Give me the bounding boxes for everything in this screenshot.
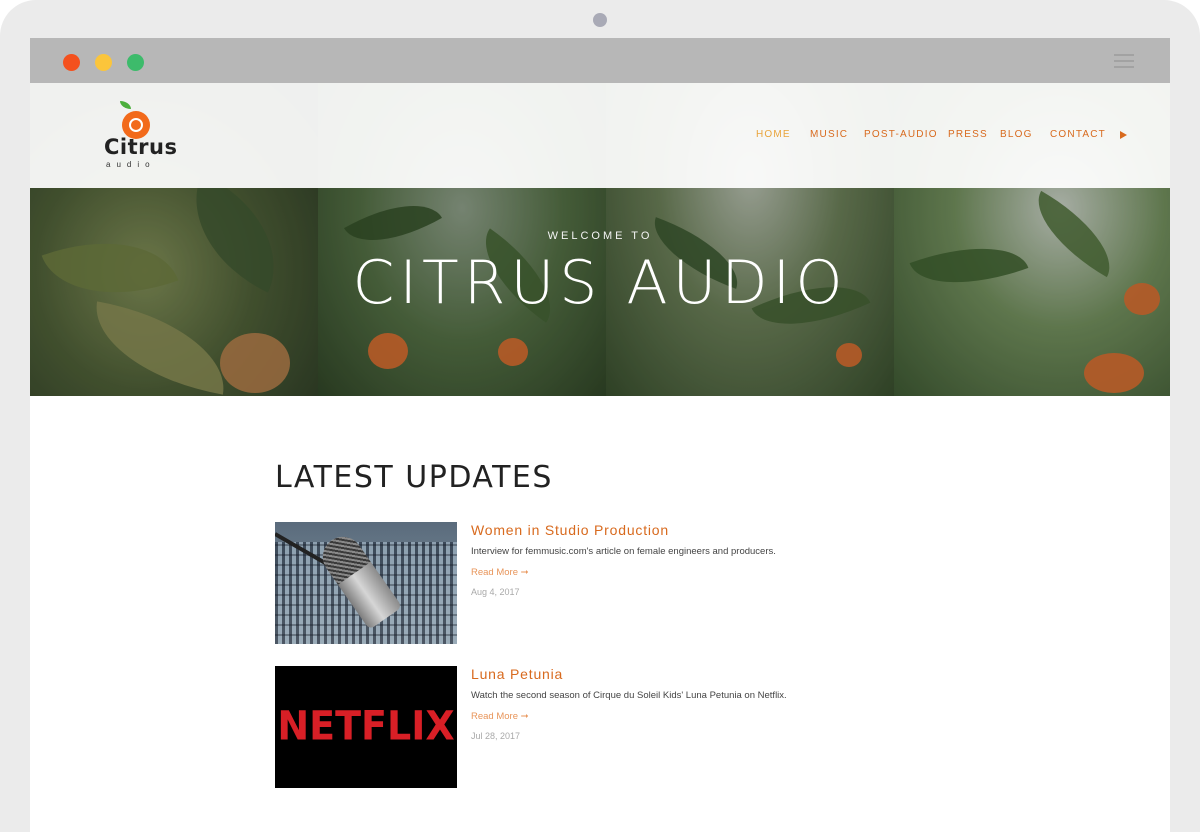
nav-item-press[interactable]: PRESS [948,129,988,140]
nav-item-contact[interactable]: CONTACT [1050,129,1106,140]
maximize-window-button[interactable] [127,54,144,71]
post-thumbnail-microphone[interactable] [275,522,457,644]
hamburger-menu-icon[interactable] [1114,54,1134,68]
update-post: Women in Studio Production Interview for… [275,522,975,644]
post-title[interactable]: Luna Petunia [471,666,563,682]
read-more-link[interactable]: Read More ➞ [471,567,529,578]
close-window-button[interactable] [63,54,80,71]
browser-toolbar [30,38,1170,83]
site-header: Citrus audio HOME MUSIC POST-AUDIO PRESS… [30,83,1170,188]
leaf-icon [120,101,131,109]
nav-item-blog[interactable]: BLOG [1000,129,1033,140]
update-post: NETFLIX Luna Petunia Watch the second se… [275,666,975,788]
post-thumbnail-netflix[interactable]: NETFLIX [275,666,457,788]
device-frame: Citrus audio HOME MUSIC POST-AUDIO PRESS… [0,0,1200,832]
post-excerpt: Watch the second season of Cirque du Sol… [471,690,787,701]
netflix-logo: NETFLIX [277,702,455,750]
hero-text: WELCOME TO CITRUS AUDIO [30,188,1170,396]
nav-item-music[interactable]: MUSIC [810,129,848,140]
post-date: Jul 28, 2017 [471,731,521,741]
nav-item-home[interactable]: HOME [756,129,791,140]
latest-updates-heading: LATEST UPDATES [275,460,553,495]
nav-item-post-audio[interactable]: POST-AUDIO [864,129,938,140]
logo-subtitle: audio [106,160,156,169]
hero-kicker: WELCOME TO [547,230,653,242]
play-icon[interactable] [1120,131,1127,139]
post-date: Aug 4, 2017 [471,587,520,597]
read-more-link[interactable]: Read More ➞ [471,711,529,722]
minimize-window-button[interactable] [95,54,112,71]
main-nav: HOME MUSIC POST-AUDIO PRESS BLOG CONTACT [30,129,1170,143]
hero-title: CITRUS AUDIO [352,248,848,318]
post-excerpt: Interview for femmusic.com's article on … [471,546,776,557]
post-title[interactable]: Women in Studio Production [471,522,669,538]
browser-screen: Citrus audio HOME MUSIC POST-AUDIO PRESS… [30,38,1170,832]
camera-dot [593,13,607,27]
